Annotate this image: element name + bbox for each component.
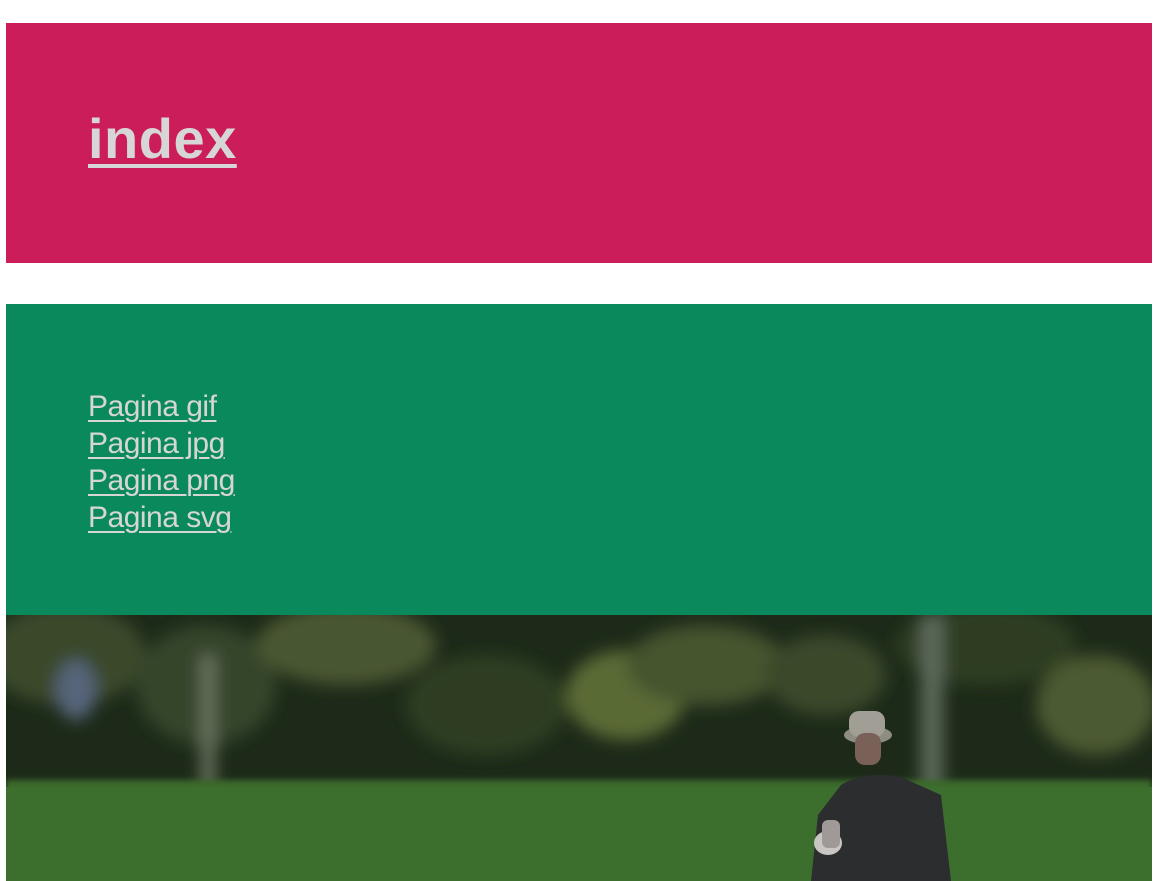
nav-link-list: Pagina gif Pagina jpg Pagina png Pagina … <box>88 388 235 536</box>
nav-item: Pagina svg <box>88 499 235 536</box>
nav-item: Pagina png <box>88 462 235 499</box>
nav-item: Pagina jpg <box>88 425 235 462</box>
nav-item: Pagina gif <box>88 388 235 425</box>
page-navigation: Pagina gif Pagina jpg Pagina png Pagina … <box>6 304 1152 615</box>
nav-link-png[interactable]: Pagina png <box>88 464 235 497</box>
nav-link-jpg[interactable]: Pagina jpg <box>88 427 225 460</box>
nav-link-gif[interactable]: Pagina gif <box>88 390 217 423</box>
index-title-link[interactable]: index <box>88 107 237 171</box>
page-header: index <box>6 23 1152 263</box>
nav-link-svg[interactable]: Pagina svg <box>88 501 232 534</box>
park-photo-illustration <box>6 615 1152 881</box>
hero-image <box>6 615 1152 881</box>
page: index Pagina gif Pagina jpg Pagina png P… <box>0 0 1159 881</box>
